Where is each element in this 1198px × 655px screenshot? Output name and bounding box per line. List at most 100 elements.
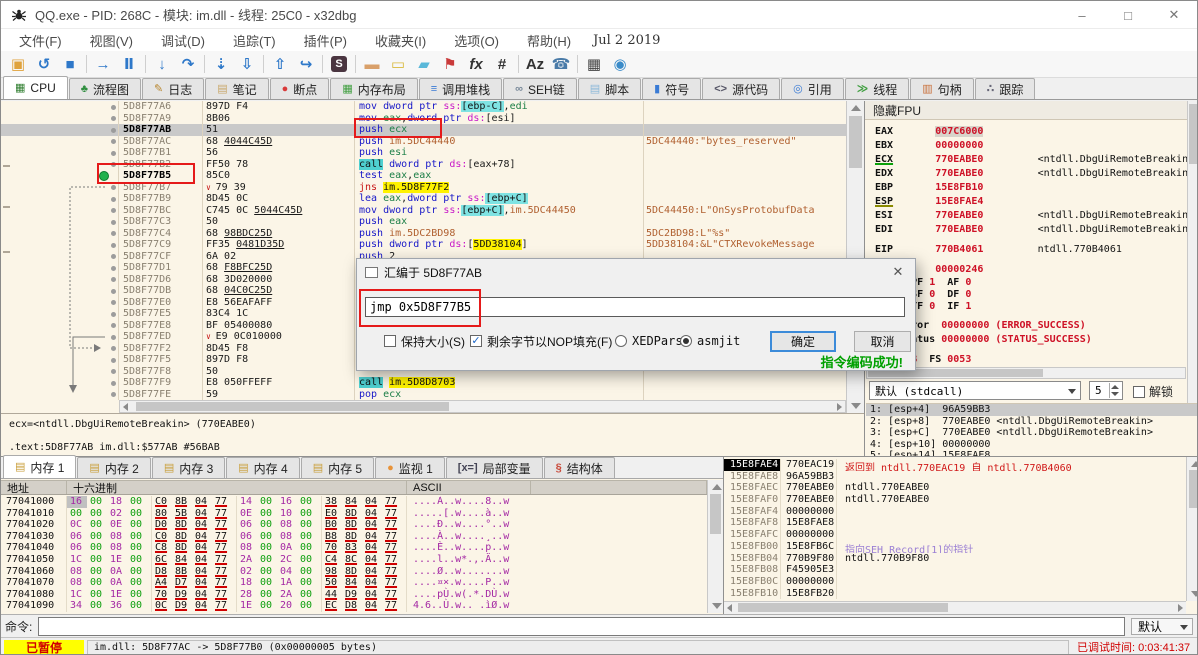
tab-dump-3[interactable]: ▤ 内存 3: [151, 457, 226, 478]
argument-count-stepper[interactable]: 5: [1089, 381, 1123, 400]
disasm-row[interactable]: 5D8F77A9 8B06 mov eax,dword ptr ds:[esi]: [1, 113, 846, 125]
menu-view[interactable]: 视图(V): [76, 31, 147, 50]
breakpoint-dot-icon[interactable]: [99, 171, 109, 181]
dump-row[interactable]: 77041080 1C 00 1E 00 70 D9 04 77 28 00 2A 00 44 D9 04 77…: [1, 588, 707, 601]
open-file-button[interactable]: ▣: [5, 52, 31, 76]
xedparse-radio[interactable]: XEDParse: [615, 333, 690, 349]
disasm-row[interactable]: 5D8F77C4 68 98BDC25D push im.5DC2BD98 5DC2B…: [1, 228, 846, 240]
scroll-thumb[interactable]: [1189, 104, 1197, 164]
disasm-row[interactable]: 5D8F77C9 FF35 0481D35D push dword ptr ds:[…: [1, 239, 846, 251]
bookmarks-button[interactable]: ⚑: [437, 52, 463, 76]
scroll-down-arrow-icon[interactable]: [1191, 591, 1197, 597]
run-button[interactable]: →: [90, 52, 116, 76]
dialog-title-bar[interactable]: 汇编于 5D8F77AB: [357, 259, 915, 285]
register-ebp[interactable]: EBP 15E8FB10: [875, 181, 1197, 195]
scroll-right-arrow-icon[interactable]: [837, 403, 842, 411]
scroll-down-arrow-icon[interactable]: [712, 603, 722, 609]
disasm-row[interactable]: 5D8F77C3 50 push eax: [1, 216, 846, 228]
flags-zf-pf-af[interactable]: ZF 1 PF 1 AF 0: [875, 277, 1197, 289]
register-ecx[interactable]: ECX 770EABE0 <ntdll.DbgUiRemoteBreakin>: [875, 153, 1197, 167]
tab-dump-2[interactable]: ▤ 内存 2: [77, 457, 151, 478]
step-over-button[interactable]: ↷: [175, 52, 201, 76]
spin-down-icon[interactable]: [1111, 392, 1119, 396]
dump-row[interactable]: 77041020 0C 00 0E 00 D0 8D 04 77 06 00 08 00 B0 8D 04 77…: [1, 519, 707, 531]
scroll-down-arrow-icon[interactable]: [851, 403, 861, 409]
cancel-button[interactable]: 取消: [854, 331, 911, 352]
menu-plugins[interactable]: 插件(P): [290, 31, 361, 50]
help-globe-button[interactable]: ◉: [607, 52, 633, 76]
spin-up-icon[interactable]: [1111, 385, 1119, 389]
run-to-user-code-button[interactable]: ↪: [293, 52, 319, 76]
checkbox-icon[interactable]: [1133, 385, 1145, 398]
stack-row[interactable]: 15E8FB08 F45905E3: [724, 564, 1186, 576]
disasm-row[interactable]: 5D8F77B9 8D45 0C lea eax,dword ptr ss:[ebp…: [1, 193, 846, 205]
tab-dump-1[interactable]: ▤ 内存 1: [3, 455, 77, 478]
menu-trace[interactable]: 追踪(T): [219, 31, 290, 50]
stack-row[interactable]: 15E8FB04 770B9F80 ntdll.770B9F80: [724, 552, 1186, 565]
attach-button[interactable]: ☎: [548, 52, 574, 76]
scroll-up-arrow-icon[interactable]: [1191, 461, 1197, 467]
hide-fpu-button[interactable]: 隐藏FPU: [865, 101, 1197, 120]
stack-row[interactable]: 15E8FB10 15E8FB20: [724, 587, 1186, 600]
register-eip[interactable]: EIP 770B4061 ntdll.770B4061: [875, 243, 1197, 257]
checkbox-checked-icon[interactable]: ✓: [470, 335, 482, 347]
labels-button[interactable]: ▰: [411, 52, 437, 76]
stack-row[interactable]: 15E8FAEC 770EABE0 ntdll.770EABE0: [724, 482, 1186, 495]
disasm-row[interactable]: 5D8F77B5 85C0 test eax,eax: [1, 170, 846, 182]
scroll-thumb[interactable]: [710, 494, 721, 534]
maximize-button[interactable]: □: [1105, 1, 1151, 29]
tab-graph[interactable]: ♣ 流程图: [68, 78, 141, 99]
radio-icon[interactable]: [615, 335, 627, 347]
scroll-thumb[interactable]: [849, 116, 862, 168]
tab-watch-1[interactable]: ● 监视 1: [375, 457, 445, 478]
tab-threads[interactable]: ≫ 线程: [844, 78, 910, 99]
argument-row[interactable]: 3: [esp+C] 770EABE0 <ntdll.DbgUiRemoteBr…: [866, 427, 1197, 439]
register-segments[interactable]: GS 002B FS 0053: [875, 353, 1197, 367]
command-input[interactable]: [38, 616, 1125, 636]
tab-symbols[interactable]: ▮ 符号: [642, 78, 702, 99]
animate-into-button[interactable]: ⇣: [208, 52, 234, 76]
scroll-up-arrow-icon[interactable]: [851, 105, 861, 111]
dump-row[interactable]: 77041000 16 00 18 00 C0 8B 04 77 14 00 16 00 38 84 04 77…: [1, 496, 707, 508]
dump-row[interactable]: 77041010 00 00 02 00 80 5B 04 77 0E 00 10 00 E0 8D 04 77…: [1, 507, 707, 520]
stack-row[interactable]: 15E8FB00 15E8FB6C 指向SEH_Record[1]的指针: [724, 540, 1186, 553]
animate-over-button[interactable]: ⇩: [234, 52, 260, 76]
stack-row[interactable]: 15E8FAE4 770EAC19 返回到 ntdll.770EAC19 自 ntd…: [724, 459, 1186, 471]
keep-size-checkbox[interactable]: 保持大小(S): [384, 333, 465, 349]
scroll-thumb[interactable]: [738, 603, 948, 612]
menu-debug[interactable]: 调试(D): [147, 31, 219, 50]
functions-button[interactable]: fx: [463, 52, 489, 76]
pause-button[interactable]: Ⅱ: [116, 52, 142, 76]
disasm-row[interactable]: 5D8F77A6 897D F4 mov dword ptr ss:[ebp-C],…: [1, 101, 846, 113]
unlock-checkbox[interactable]: 解锁: [1133, 383, 1173, 400]
comments-button[interactable]: ▭: [385, 52, 411, 76]
disasm-row[interactable]: 5D8F77F9 E8 050FFEFF call im.5D8D8703: [1, 377, 846, 389]
step-into-button[interactable]: ↓: [149, 52, 175, 76]
patches-button[interactable]: ▬: [359, 52, 385, 76]
stack-row[interactable]: 15E8FAF0 770EABE0 ntdll.770EABE0: [724, 494, 1186, 506]
tab-seh[interactable]: ∞ SEH链: [503, 78, 577, 99]
calculator-button[interactable]: ▦: [581, 52, 607, 76]
disasm-row[interactable]: 5D8F77B7 ∨ 79 39 jns im.5D8F77F2: [1, 181, 846, 194]
close-button[interactable]: ✕: [1151, 1, 1197, 29]
tab-log[interactable]: ✎ 日志: [141, 78, 205, 99]
dump-v-scrollbar[interactable]: [707, 480, 723, 613]
disasm-row[interactable]: 5D8F77B2 FF50 78 call dword ptr ds:[eax+78…: [1, 158, 846, 171]
tab-call-stack[interactable]: ≡ 调用堆栈: [418, 78, 503, 99]
asmjit-radio[interactable]: asmjit: [680, 333, 740, 349]
tab-dump-4[interactable]: ▤ 内存 4: [226, 457, 300, 478]
hash-button[interactable]: #: [489, 52, 515, 76]
stack-v-scrollbar[interactable]: [1186, 457, 1197, 601]
disasm-row[interactable]: 5D8F77BC C745 0C 5044C45D mov dword ptr ss…: [1, 204, 846, 217]
tab-handles[interactable]: ▥ 句柄: [910, 78, 974, 99]
register-ebx[interactable]: EBX 00000000: [875, 139, 1197, 153]
register-eflags[interactable]: EFLAGS 00000246: [875, 263, 1197, 277]
disasm-row[interactable]: 5D8F77B1 56 push esi: [1, 147, 846, 159]
dump-row[interactable]: 77041070 08 00 0A 00 A4 D7 04 77 18 00 1A 00 50 84 04 77…: [1, 577, 707, 589]
scylla-button[interactable]: S: [326, 52, 352, 76]
flags-cf-tf-if[interactable]: CF 0 TF 0 IF 1: [875, 301, 1197, 313]
tab-cpu[interactable]: ▦ CPU: [3, 76, 68, 99]
tab-dump-5[interactable]: ▤ 内存 5: [300, 457, 375, 478]
command-type-select[interactable]: 默认: [1131, 617, 1193, 635]
tab-trace[interactable]: ∴ 跟踪: [974, 78, 1036, 99]
